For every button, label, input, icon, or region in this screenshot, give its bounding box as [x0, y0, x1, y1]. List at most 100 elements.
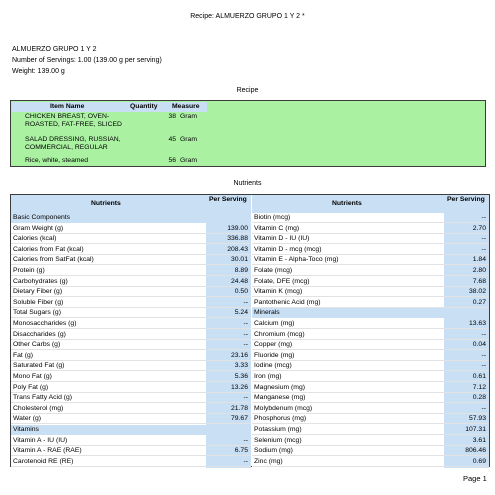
- nutrient-value: 2.80: [472, 267, 486, 274]
- page-number: Page 1: [463, 474, 487, 483]
- nutrient-label: Fat (g): [13, 351, 34, 359]
- recipe-item-name: SALAD DRESSING, RUSSIAN, COMMERCIAL, REG…: [25, 136, 121, 151]
- nutrient-row: Sodium (mg) 806.46: [252, 446, 489, 457]
- nutrient-row: Fat (g) 23.16: [11, 351, 251, 361]
- recipe-item-measure: Gram: [180, 136, 197, 143]
- nutrient-label: Calories from Fat (kcal): [13, 245, 84, 253]
- nutrient-row: Calories from SatFat (kcal) 30.01: [11, 255, 251, 266]
- measure-header: Measure: [172, 103, 200, 110]
- recipe-item-measure: Gram: [180, 157, 197, 164]
- item-name-header: Item Name: [50, 103, 85, 110]
- recipe-section-title: Recipe: [236, 87, 259, 94]
- nutrient-row: Zinc (mg) 0.69: [252, 457, 489, 467]
- nutrient-value: 336.88: [227, 235, 248, 243]
- nutrient-value: 24.48: [230, 277, 248, 285]
- nutrient-value: 38.02: [468, 288, 486, 296]
- nutrient-row: Magnesium (mg) 7.12: [252, 383, 489, 393]
- nutrient-label: Vitamin A - RAE (RAE): [13, 447, 82, 455]
- section-label: Basic Components: [13, 214, 71, 221]
- nutrient-value: --: [243, 457, 248, 465]
- nutrient-row: Monosaccharides (g) --: [11, 319, 251, 329]
- per-serving-header: Per Serving: [447, 196, 485, 203]
- nutrient-value: 5.36: [234, 373, 248, 380]
- nutrient-label: Dietary Fiber (g): [13, 288, 63, 296]
- nutrient-value: --: [481, 404, 486, 412]
- nutrients-section-title: Nutrients: [233, 180, 262, 187]
- nutrient-label: Gram Weight (g): [13, 224, 64, 232]
- page-title: Recipe: ALMUERZO GRUPO 1 Y 2 *: [190, 13, 305, 20]
- nutrient-row: Mono Fat (g) 5.36: [11, 372, 251, 382]
- nutrient-label: Copper (mg): [254, 341, 293, 349]
- nutrient-row: Folate (mcg) 2.80: [252, 266, 489, 276]
- nutrient-label: Biotin (mcg): [254, 214, 291, 221]
- nutrient-row: Vitamin A - RAE (RAE) 6.75: [11, 446, 251, 457]
- nutrient-value: 30.01: [230, 256, 248, 264]
- recipe-item-quantity: 56: [168, 157, 176, 164]
- nutrient-label: Zinc (mg): [254, 457, 283, 465]
- nutrient-row: Calories from Fat (kcal) 208.43: [11, 245, 251, 255]
- nutrient-label: Iron (mg): [254, 373, 282, 380]
- nutrient-label: Sodium (mg): [254, 447, 293, 455]
- nutrient-label: Vitamin K (mcg): [254, 288, 303, 296]
- nutrient-value: 57.93: [468, 415, 486, 423]
- nutrient-label: Pantothenic Acid (mg): [254, 298, 321, 306]
- section-label: Vitamins: [13, 426, 39, 433]
- nutrient-row: Vitamin D - IU (IU) --: [252, 234, 489, 245]
- nutrient-label: Phosphorus (mg): [254, 415, 307, 423]
- nutrient-section-header: Basic Components: [11, 213, 251, 223]
- nutrient-value: 21.78: [230, 404, 248, 412]
- nutrient-label: Saturated Fat (g): [13, 362, 65, 370]
- nutrient-value: 1.84: [472, 256, 486, 264]
- nutrient-label: Vitamin D - mcg (mcg): [254, 245, 322, 253]
- nutrient-value: 0.04: [472, 341, 486, 349]
- nutrient-value: 0.50: [234, 288, 248, 296]
- nutrient-label: Mono Fat (g): [13, 373, 52, 380]
- weight-text: Weight: 139.00 g: [12, 68, 65, 75]
- per-serving-header: Per Serving: [209, 196, 247, 203]
- nutrient-value: --: [243, 298, 248, 306]
- nutrient-label: Water (g): [13, 415, 42, 423]
- nutrient-row: Manganese (mg) 0.28: [252, 393, 489, 404]
- recipe-item-measure: Gram: [180, 113, 197, 120]
- nutrient-label: Vitamin A - IU (IU): [13, 436, 68, 444]
- nutrient-value: 139.00: [227, 224, 248, 232]
- nutrient-row: Calories (kcal) 336.88: [11, 234, 251, 245]
- nutrient-row: Soluble Fiber (g) --: [11, 298, 251, 308]
- nutrient-section-header: Minerals: [252, 308, 489, 319]
- nutrient-row: Phosphorus (mg) 57.93: [252, 414, 489, 425]
- recipe-item-name: CHICKEN BREAST, OVEN-ROASTED, FAT-FREE, …: [25, 113, 122, 128]
- nutrient-label: Vitamin D - IU (IU): [254, 235, 310, 243]
- nutrient-value: 806.46: [465, 447, 486, 455]
- nutrient-row: Potassium (mg) 107.31: [252, 425, 489, 435]
- nutrient-label: Iodine (mcg): [254, 362, 292, 370]
- nutrient-value: 7.12: [472, 383, 486, 391]
- nutrient-value: --: [243, 330, 248, 338]
- nutrient-label: Folate, DFE (mcg): [254, 277, 310, 285]
- nutrient-label: Vitamin E - Alpha-Toco (mg): [254, 256, 339, 264]
- nutrient-row: Vitamin C (mg) 2.70: [252, 224, 489, 234]
- nutrient-value: --: [243, 394, 248, 402]
- nutrient-value: 2.70: [472, 224, 486, 232]
- nutrient-row: Biotin (mcg) --: [252, 213, 489, 223]
- nutrient-label: Fluoride (mg): [254, 351, 295, 359]
- recipe-table: Item Name Quantity Measure CHICKEN BREAS…: [10, 100, 486, 167]
- recipe-summary: ALMUERZO GRUPO 1 Y 2 Number of Servings:…: [12, 44, 162, 77]
- nutrient-label: Folate (mcg): [254, 267, 293, 274]
- nutrient-label: Calories from SatFat (kcal): [13, 256, 94, 264]
- nutrient-label: Manganese (mg): [254, 394, 306, 402]
- nutrient-value: 23.16: [230, 351, 248, 359]
- nutrient-row: Trans Fatty Acid (g) --: [11, 393, 251, 404]
- nutrient-value: --: [481, 330, 486, 338]
- nutrient-row: Iron (mg) 0.61: [252, 372, 489, 382]
- nutrient-row: Vitamin A - IU (IU) --: [11, 436, 251, 446]
- nutrient-label: Selenium (mcg): [254, 436, 302, 444]
- nutrient-value: 208.43: [227, 245, 248, 253]
- nutrient-value: 6.75: [234, 447, 248, 455]
- nutrient-row: Water (g) 79.67: [11, 414, 251, 425]
- nutrient-value: --: [243, 436, 248, 444]
- nutrient-value: --: [243, 341, 248, 349]
- nutrient-value: 5.24: [234, 309, 248, 317]
- nutrient-label: Soluble Fiber (g): [13, 298, 64, 306]
- nutrient-section-header: Vitamins: [11, 425, 251, 435]
- nutrient-row: Vitamin E - Alpha-Toco (mg) 1.84: [252, 255, 489, 266]
